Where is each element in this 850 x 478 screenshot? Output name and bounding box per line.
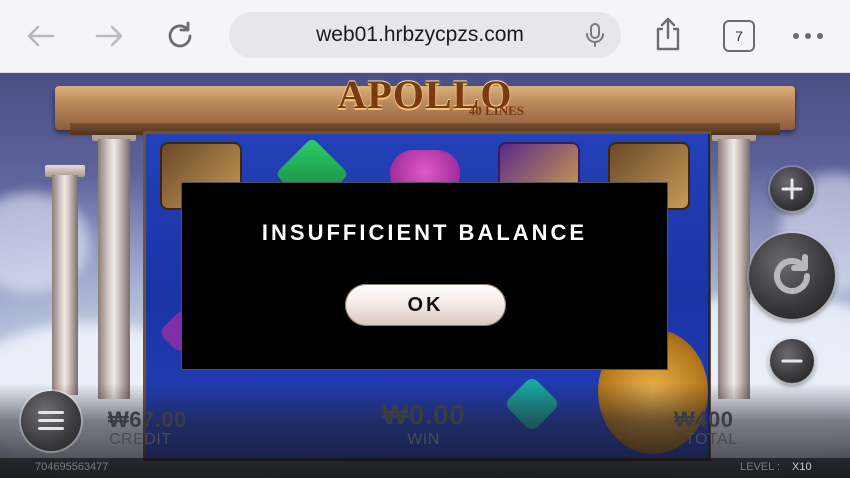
game-logo: APOLLO 40 LINES [320, 73, 530, 131]
spin-icon [774, 254, 810, 294]
level-value: X10 [792, 461, 812, 473]
pillar-left [98, 139, 130, 399]
hamburger-icon [38, 411, 64, 414]
session-id: 704695563477 [35, 461, 109, 473]
url-text[interactable]: web01.hrbzycpzs.com [229, 12, 571, 58]
minus-icon [781, 359, 803, 363]
total-bet-label: TOTAL [685, 431, 738, 448]
reload-icon[interactable] [162, 18, 198, 54]
win-label: WIN [407, 431, 440, 448]
decrease-bet-button[interactable] [770, 339, 814, 383]
back-arrow-icon[interactable] [22, 18, 58, 54]
forward-arrow-icon[interactable] [92, 18, 128, 54]
dialog-message: INSUFFICIENT BALANCE [261, 220, 588, 245]
microphone-icon[interactable] [585, 23, 605, 47]
total-bet-value: ₩400 [674, 407, 734, 432]
level-label: LEVEL : [740, 461, 780, 473]
credit-label: CREDIT [109, 431, 172, 448]
ok-button[interactable]: OK [345, 284, 506, 326]
insufficient-balance-dialog: INSUFFICIENT BALANCE OK [181, 182, 668, 370]
win-value: ₩0.00 [381, 399, 466, 430]
credit-value: ₩67.00 [108, 407, 187, 432]
tabs-icon[interactable]: 7 [723, 20, 755, 52]
more-icon[interactable] [790, 18, 826, 54]
plus-icon [781, 178, 803, 200]
spin-button[interactable] [749, 233, 835, 319]
pillar-left-far [52, 175, 78, 395]
logo-subtitle: 40 LINES [468, 103, 524, 118]
menu-button[interactable] [21, 391, 81, 451]
status-strip [0, 458, 850, 478]
share-icon[interactable] [650, 16, 686, 52]
increase-bet-button[interactable] [770, 167, 814, 211]
address-bar[interactable]: web01.hrbzycpzs.com [229, 12, 621, 58]
pillar-right [718, 139, 750, 399]
browser-toolbar: web01.hrbzycpzs.com 7 [0, 0, 850, 73]
